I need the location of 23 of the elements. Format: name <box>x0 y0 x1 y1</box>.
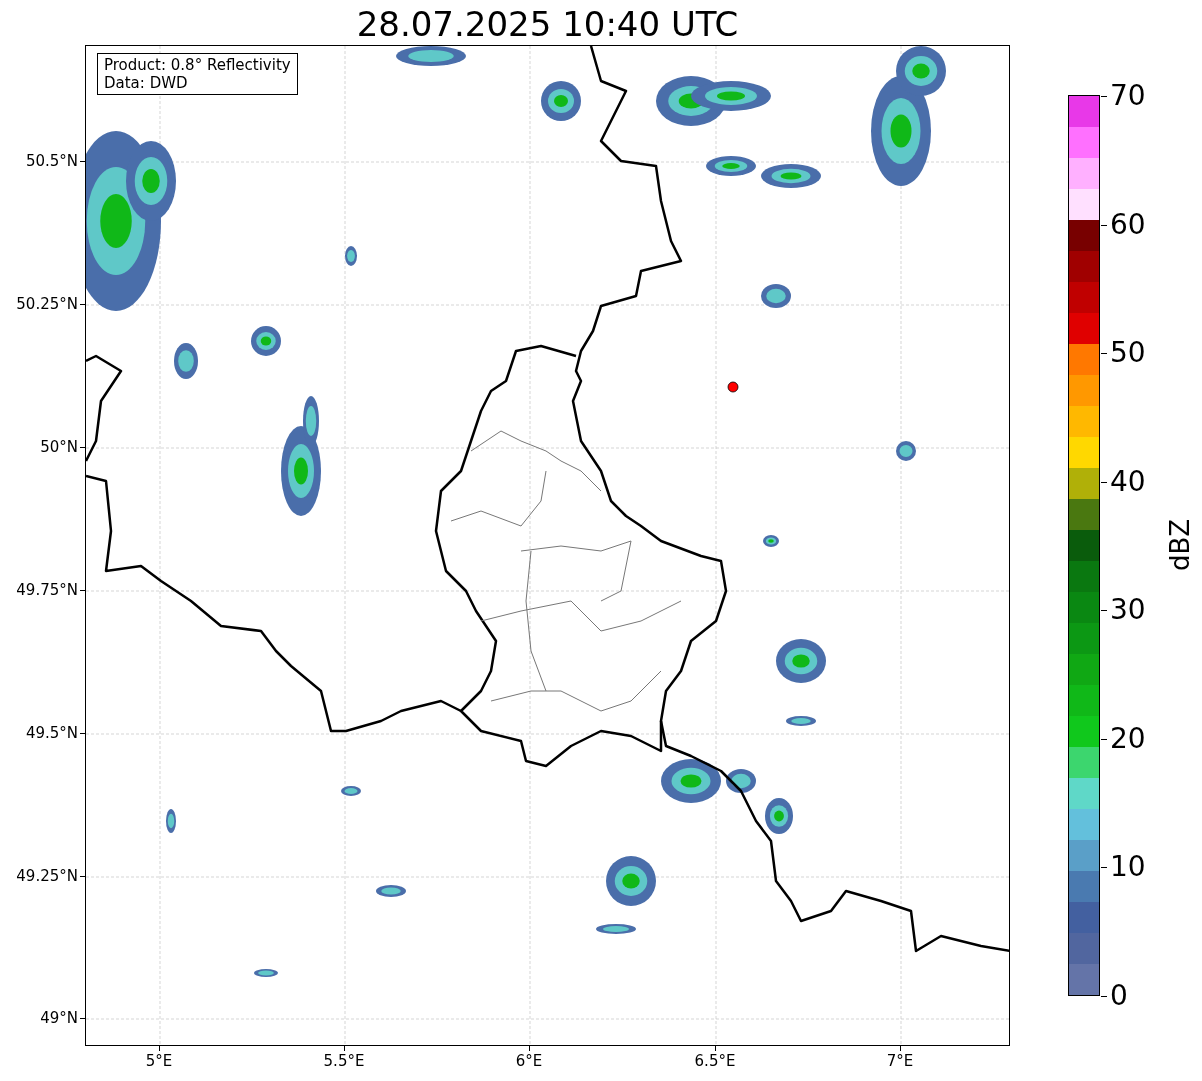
y-tick-label: 49.5°N <box>24 724 78 742</box>
chart-title: 28.07.2025 10:40 UTC <box>355 4 740 44</box>
x-tick-label: 5°E <box>144 1052 174 1070</box>
colorbar-label: dBZ <box>1165 517 1195 574</box>
colorbar-tick-label: 0 <box>1110 980 1128 1012</box>
y-tick-label: 49.25°N <box>15 867 78 885</box>
x-tick-label: 5.5°E <box>322 1052 366 1070</box>
y-tick-label: 50°N <box>39 438 78 456</box>
y-tick-label: 50.5°N <box>24 152 78 170</box>
x-tick-label: 7°E <box>885 1052 915 1070</box>
colorbar-tick-label: 60 <box>1110 208 1146 241</box>
y-tick-label: 50.25°N <box>15 295 78 313</box>
colorbar-tick-label: 20 <box>1110 722 1146 755</box>
y-tick-label: 49°N <box>39 1009 78 1027</box>
x-tick-label: 6°E <box>514 1052 544 1070</box>
colorbar-tick-label: 10 <box>1110 851 1146 884</box>
colorbar-tick-label: 40 <box>1110 465 1146 498</box>
y-tick-label: 49.75°N <box>15 581 78 599</box>
x-tick-label: 6.5°E <box>693 1052 737 1070</box>
annotation-box: Product: 0.8° Reflectivity Data: DWD <box>97 53 298 95</box>
colorbar-tick-label: 50 <box>1110 337 1146 370</box>
colorbar-tick-label: 30 <box>1110 594 1146 627</box>
colorbar-tick-label: 70 <box>1110 80 1146 112</box>
